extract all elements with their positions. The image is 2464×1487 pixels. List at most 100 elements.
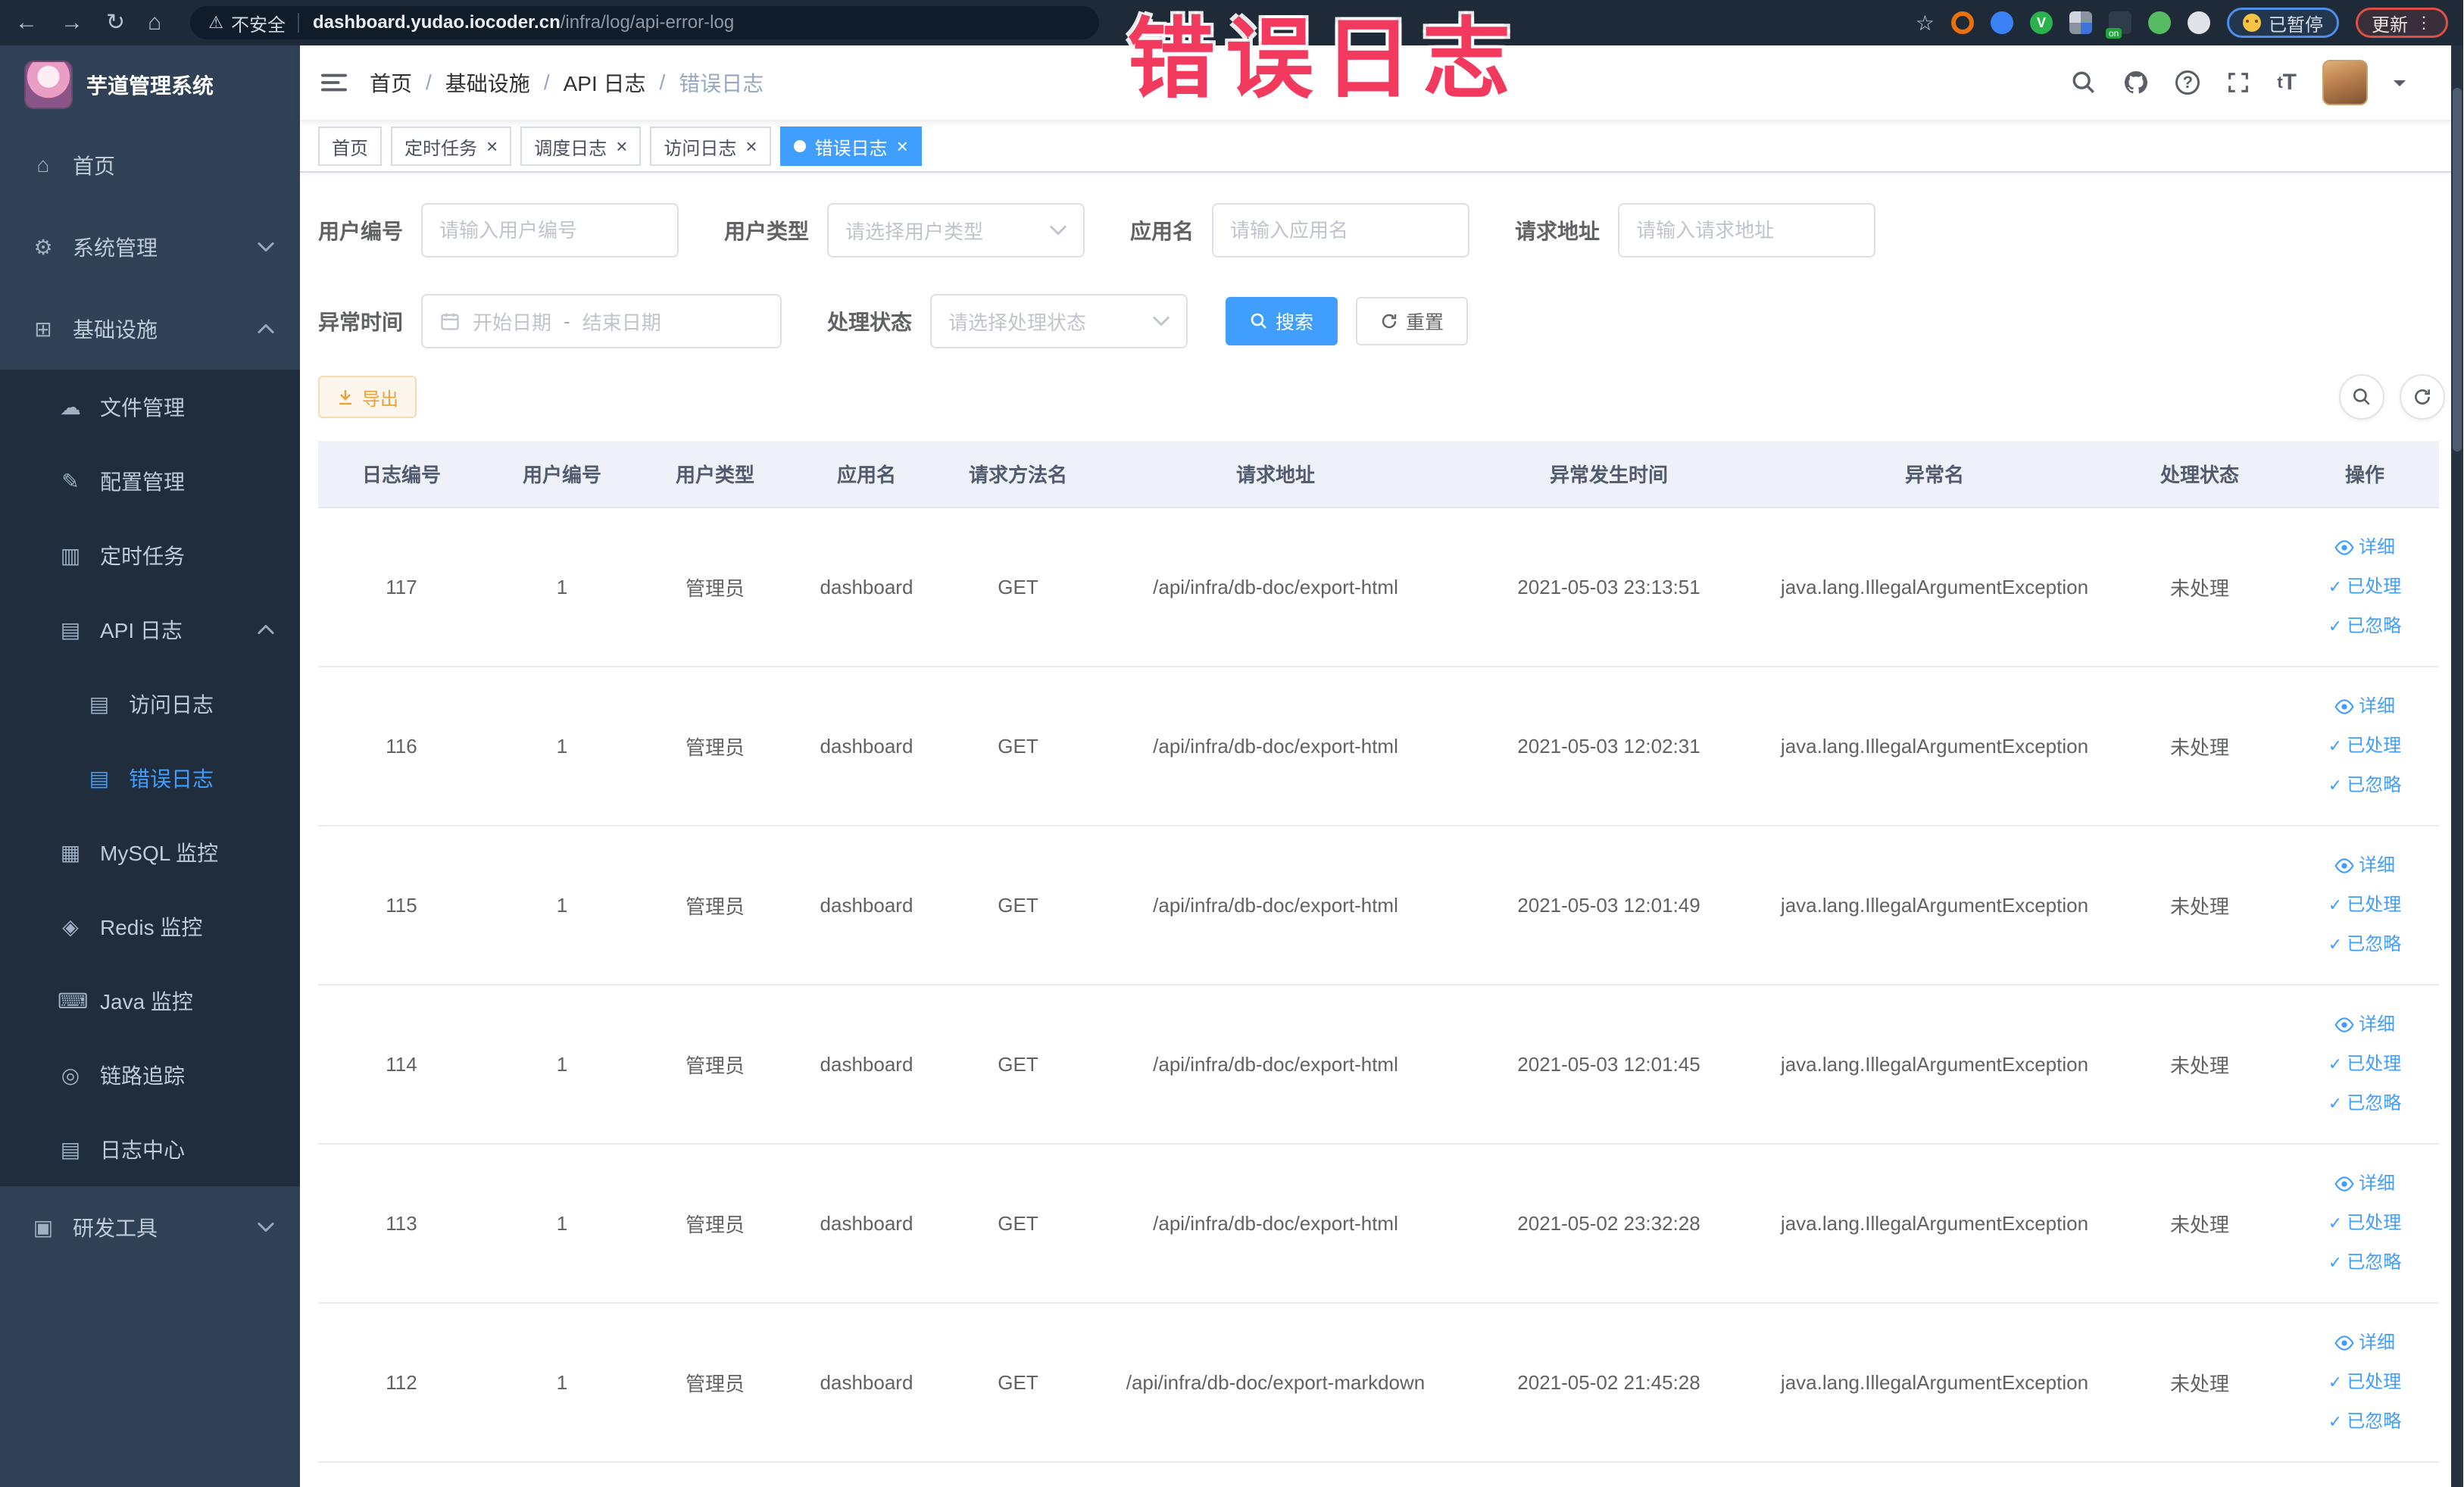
end-date-placeholder[interactable]: 结束日期 bbox=[582, 308, 661, 336]
sidebar-item-system-management[interactable]: ⚙ 系统管理 bbox=[0, 206, 300, 288]
mark-processed-link[interactable]: ✓ 已处理 bbox=[2291, 567, 2439, 607]
tab-label: 访问日志 bbox=[664, 138, 737, 159]
table-cell: 2021-05-02 23:32:28 bbox=[1457, 1144, 1760, 1304]
mark-ignored-link[interactable]: ✓ 已忽略 bbox=[2291, 766, 2439, 805]
mark-processed-link[interactable]: ✓ 已处理 bbox=[2291, 1204, 2439, 1243]
table-cell: dashboard bbox=[791, 508, 942, 667]
tab-access-log[interactable]: 访问日志 × bbox=[650, 127, 771, 166]
mark-ignored-link[interactable]: ✓ 已忽略 bbox=[2291, 1402, 2439, 1442]
forward-icon[interactable]: → bbox=[61, 11, 83, 34]
user-id-input[interactable] bbox=[421, 203, 679, 258]
chrome-update-button[interactable]: 更新 ⋮ bbox=[2356, 8, 2448, 38]
view-detail-link[interactable]: 详细 bbox=[2291, 846, 2439, 886]
ext-grid-icon[interactable] bbox=[2069, 11, 2092, 34]
kebab-menu-icon[interactable]: ⋮ bbox=[2416, 13, 2432, 33]
user-avatar[interactable] bbox=[2322, 60, 2368, 105]
row-action-label: 已忽略 bbox=[2347, 616, 2402, 636]
paused-extension-pill[interactable]: 已暂停 bbox=[2227, 8, 2339, 38]
app-name-input-field[interactable] bbox=[1230, 218, 1452, 242]
sidebar-item-file-management[interactable]: ☁ 文件管理 bbox=[0, 370, 300, 444]
mark-processed-link[interactable]: ✓ 已处理 bbox=[2291, 726, 2439, 766]
mark-processed-link[interactable]: ✓ 已处理 bbox=[2291, 886, 2439, 925]
view-detail-link[interactable]: 详细 bbox=[2291, 528, 2439, 567]
mark-processed-link[interactable]: ✓ 已处理 bbox=[2291, 1045, 2439, 1084]
sidebar-logo-row[interactable]: 芋道管理系统 bbox=[0, 45, 300, 124]
refresh-button[interactable] bbox=[2400, 374, 2445, 420]
sidebar-item-dev-tools[interactable]: ▣ 研发工具 bbox=[0, 1186, 300, 1268]
req-url-input[interactable] bbox=[1618, 203, 1876, 258]
help-icon[interactable]: ? bbox=[2175, 70, 2200, 95]
search-button[interactable]: 搜索 bbox=[1226, 297, 1338, 345]
sidebar-item-api-log[interactable]: ▤ API 日志 bbox=[0, 592, 300, 667]
search-icon[interactable] bbox=[2071, 70, 2097, 95]
app-name-input[interactable] bbox=[1212, 203, 1470, 258]
filter-req-url: 请求地址 bbox=[1515, 203, 1876, 258]
ext-orange-ring-icon[interactable] bbox=[1951, 11, 1974, 34]
view-detail-link[interactable]: 详细 bbox=[2291, 1164, 2439, 1204]
home-icon[interactable]: ⌂ bbox=[148, 11, 161, 34]
mark-ignored-link[interactable]: ✓ 已忽略 bbox=[2291, 1243, 2439, 1282]
table-tools bbox=[2339, 374, 2445, 420]
sidebar-item-label: 错误日志 bbox=[129, 767, 214, 791]
sidebar-item-scheduled-tasks[interactable]: ▥ 定时任务 bbox=[0, 518, 300, 592]
user-id-input-field[interactable] bbox=[439, 218, 661, 242]
tab-error-log[interactable]: 错误日志 × bbox=[779, 127, 922, 166]
sidebar-item-log-center[interactable]: ▤ 日志中心 bbox=[0, 1112, 300, 1186]
table-cell: dashboard bbox=[791, 826, 942, 986]
breadcrumb-item[interactable]: 首页 bbox=[370, 67, 412, 98]
date-range-input[interactable]: 开始日期 - 结束日期 bbox=[421, 294, 782, 348]
breadcrumb-item[interactable]: 基础设施 bbox=[445, 67, 530, 98]
page-scrollbar[interactable] bbox=[2451, 45, 2463, 1487]
caret-down-icon[interactable] bbox=[2394, 80, 2406, 92]
mark-ignored-link[interactable]: ✓ 已忽略 bbox=[2291, 1084, 2439, 1123]
sidebar-item-home[interactable]: ⌂ 首页 bbox=[0, 124, 300, 206]
hamburger-icon[interactable] bbox=[321, 71, 347, 94]
close-icon[interactable]: × bbox=[616, 136, 627, 156]
sidebar-item-java-monitor[interactable]: ⌨ Java 监控 bbox=[0, 964, 300, 1038]
ext-blue-shield-icon[interactable] bbox=[1991, 11, 2013, 34]
tab-scheduled-tasks[interactable]: 定时任务 × bbox=[391, 127, 512, 166]
sidebar-item-error-log[interactable]: ▤ 错误日志 bbox=[0, 741, 300, 815]
font-size-icon[interactable]: tT bbox=[2277, 70, 2297, 95]
breadcrumb-separator: / bbox=[426, 70, 432, 94]
close-icon[interactable]: × bbox=[745, 136, 757, 156]
ext-on-badge-icon[interactable]: on bbox=[2106, 11, 2131, 39]
sidebar-item-redis-monitor[interactable]: ◈ Redis 监控 bbox=[0, 889, 300, 964]
sidebar-item-access-log[interactable]: ▤ 访问日志 bbox=[0, 667, 300, 741]
row-action-label: 详细 bbox=[2359, 855, 2395, 876]
eye-icon bbox=[2334, 698, 2354, 715]
sidebar-item-mysql-monitor[interactable]: ▦ MySQL 监控 bbox=[0, 815, 300, 889]
scrollbar-thumb[interactable] bbox=[2453, 88, 2462, 451]
sidebar-item-label: MySQL 监控 bbox=[100, 842, 219, 865]
breadcrumb-item[interactable]: API 日志 bbox=[564, 67, 646, 98]
reset-button[interactable]: 重置 bbox=[1356, 297, 1469, 345]
status-select[interactable]: 请选择处理状态 bbox=[930, 294, 1188, 348]
address-bar[interactable]: ⚠ 不安全 dashboard.yudao.iocoder.cn /infra/… bbox=[190, 6, 1100, 39]
export-button[interactable]: 导出 bbox=[318, 376, 417, 418]
tab-schedule-log[interactable]: 调度日志 × bbox=[520, 127, 642, 166]
mark-ignored-link[interactable]: ✓ 已忽略 bbox=[2291, 925, 2439, 964]
tab-home[interactable]: 首页 bbox=[318, 127, 382, 166]
ext-green-v-icon[interactable]: V bbox=[2030, 11, 2053, 34]
ext-green-leaf-icon[interactable] bbox=[2148, 11, 2171, 34]
sidebar-item-trace[interactable]: ◎ 链路追踪 bbox=[0, 1038, 300, 1112]
close-icon[interactable]: × bbox=[897, 136, 908, 156]
back-icon[interactable]: ← bbox=[15, 11, 38, 34]
view-detail-link[interactable]: 详细 bbox=[2291, 687, 2439, 726]
view-detail-link[interactable]: 详细 bbox=[2291, 1323, 2439, 1363]
close-icon[interactable]: × bbox=[486, 136, 498, 156]
user-type-select[interactable]: 请选择用户类型 bbox=[827, 203, 1085, 258]
fullscreen-icon[interactable] bbox=[2225, 70, 2251, 95]
bookmark-star-icon[interactable]: ☆ bbox=[1916, 11, 1935, 36]
reload-icon[interactable]: ↻ bbox=[106, 11, 125, 34]
ext-puzzle-icon[interactable] bbox=[2188, 11, 2210, 34]
toggle-search-button[interactable] bbox=[2339, 374, 2384, 420]
mark-ignored-link[interactable]: ✓ 已忽略 bbox=[2291, 607, 2439, 646]
start-date-placeholder[interactable]: 开始日期 bbox=[473, 308, 551, 336]
req-url-input-field[interactable] bbox=[1636, 218, 1858, 242]
mark-processed-link[interactable]: ✓ 已处理 bbox=[2291, 1363, 2439, 1402]
sidebar-item-infrastructure[interactable]: ⊞ 基础设施 bbox=[0, 288, 300, 370]
view-detail-link[interactable]: 详细 bbox=[2291, 1005, 2439, 1045]
github-icon[interactable] bbox=[2122, 69, 2150, 96]
sidebar-item-config-management[interactable]: ✎ 配置管理 bbox=[0, 444, 300, 518]
